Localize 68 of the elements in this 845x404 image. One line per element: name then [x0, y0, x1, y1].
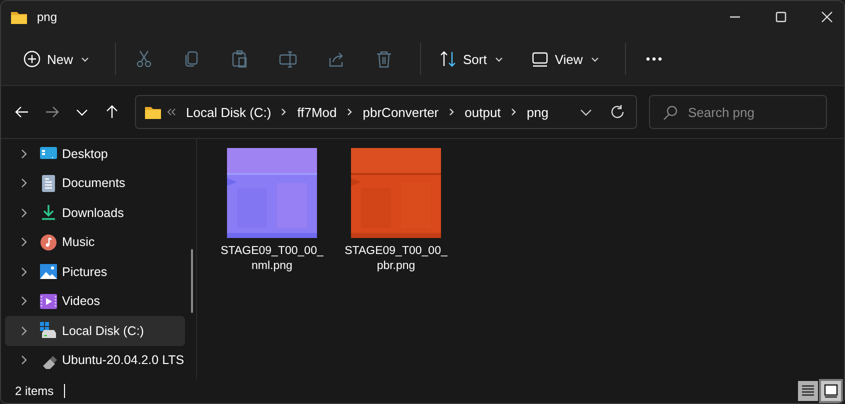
double-chevron-icon[interactable]	[166, 108, 176, 116]
text-cursor	[64, 384, 65, 398]
close-icon[interactable]	[820, 11, 834, 23]
plus-icon	[23, 50, 41, 68]
maximize-icon[interactable]	[774, 11, 788, 23]
expand-chevron-icon[interactable]	[21, 355, 27, 366]
chevron-icon	[346, 108, 353, 116]
monitor-icon	[822, 382, 840, 400]
monitor-icon	[530, 50, 549, 68]
details-view-button[interactable]	[798, 381, 818, 401]
expand-chevron-icon[interactable]	[21, 296, 27, 306]
sidebar-item[interactable]: Music	[5, 228, 185, 257]
scrollbar-thumb[interactable]	[191, 249, 193, 313]
left-arrow-icon	[14, 104, 30, 120]
text-field-icon	[279, 50, 298, 68]
breadcrumb-item[interactable]: png	[524, 104, 550, 120]
expand-chevron-icon[interactable]	[21, 266, 27, 277]
chevron-icon	[448, 108, 455, 116]
breadcrumb-item[interactable]: pbrConverter	[360, 104, 441, 120]
file-name[interactable]: STAGE09_T00_00_pbr.png	[341, 244, 451, 274]
video-icon	[40, 292, 57, 310]
document-icon	[40, 174, 57, 192]
chevron-icon	[281, 108, 288, 116]
breadcrumb-item[interactable]: Local Disk (C:)	[184, 104, 274, 120]
sidebar-item[interactable]: Pictures	[5, 257, 185, 286]
search-field[interactable]: Search png	[649, 95, 827, 129]
new-button[interactable]: New	[13, 42, 100, 76]
address-bar[interactable]: Local Disk (C:) ff7Mod pbrConverter output png	[135, 95, 637, 129]
tiles-view-button[interactable]	[821, 381, 841, 401]
caret-icon	[81, 56, 90, 62]
folder-icon	[10, 9, 28, 25]
caret-icon	[590, 56, 599, 62]
drive-icon	[40, 322, 57, 340]
breadcrumb-item[interactable]: ff7Mod	[295, 104, 339, 120]
folder-icon	[144, 104, 162, 120]
music-note-icon	[40, 234, 57, 251]
up-arrow-icon	[104, 104, 120, 120]
expand-chevron-icon[interactable]	[21, 208, 27, 218]
window-title: png	[37, 10, 58, 24]
search-icon	[663, 105, 678, 120]
sidebar-item[interactable]: Documents	[5, 168, 185, 198]
more-icon	[646, 57, 662, 61]
sidebar-item[interactable]: Desktop	[5, 139, 185, 168]
sort-arrows-icon	[439, 50, 458, 68]
sidebar-item[interactable]: Videos	[5, 286, 185, 316]
right-arrow-icon	[44, 104, 60, 120]
caret-icon	[494, 56, 503, 62]
expand-chevron-icon[interactable]	[21, 237, 27, 248]
breadcrumb-item[interactable]: output	[462, 104, 503, 120]
view-button[interactable]: View	[520, 42, 609, 76]
expand-chevron-icon[interactable]	[21, 148, 27, 159]
dropdown-icon[interactable]	[580, 108, 592, 116]
chevron-icon	[510, 108, 517, 116]
picture-icon	[40, 263, 57, 280]
download-icon	[40, 204, 57, 222]
expand-chevron-icon[interactable]	[21, 178, 27, 188]
scissors-icon	[135, 50, 154, 68]
sidebar-item[interactable]: Ubuntu-20.04.2.0 LTS	[5, 346, 185, 375]
expand-chevron-icon[interactable]	[21, 326, 27, 336]
sidebar-item[interactable]: Local Disk (C:)	[5, 316, 185, 346]
file-name[interactable]: STAGE09_T00_00_nml.png	[217, 244, 327, 274]
sort-button[interactable]: Sort	[429, 42, 513, 76]
clipboard-icon	[231, 50, 250, 68]
sidebar-item[interactable]: Downloads	[5, 198, 185, 228]
trash-icon	[375, 50, 394, 68]
item-count: 2 items	[15, 384, 54, 398]
share-icon	[327, 50, 346, 68]
refresh-icon[interactable]	[610, 104, 626, 120]
